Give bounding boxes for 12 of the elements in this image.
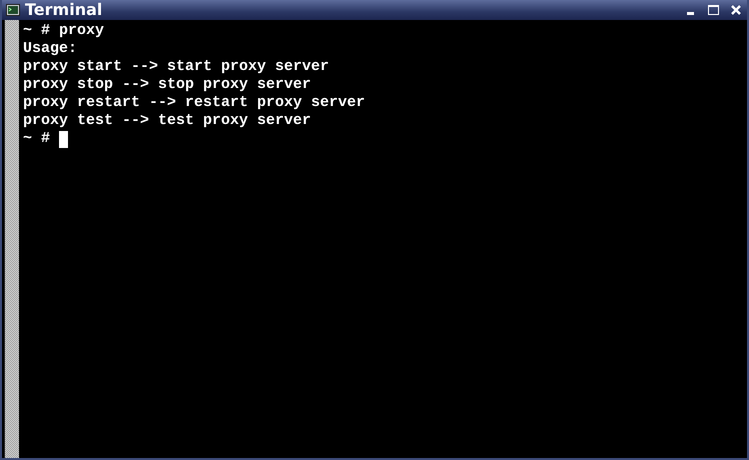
maximize-icon[interactable]	[708, 5, 719, 15]
terminal-line: Usage:	[23, 40, 78, 58]
prompt: ~ #	[23, 130, 52, 148]
terminal-line: proxy restart --> restart proxy server	[23, 94, 366, 112]
scrollbar-track[interactable]	[4, 20, 19, 458]
terminal-line: ~ # proxy	[23, 22, 104, 40]
terminal-line: proxy stop --> stop proxy server	[23, 76, 312, 94]
window-title: Terminal	[25, 0, 102, 20]
terminal-line: proxy start --> start proxy server	[23, 58, 330, 76]
close-icon[interactable]	[731, 5, 741, 15]
terminal-line: proxy test --> test proxy server	[23, 112, 312, 130]
terminal-icon	[6, 4, 20, 16]
